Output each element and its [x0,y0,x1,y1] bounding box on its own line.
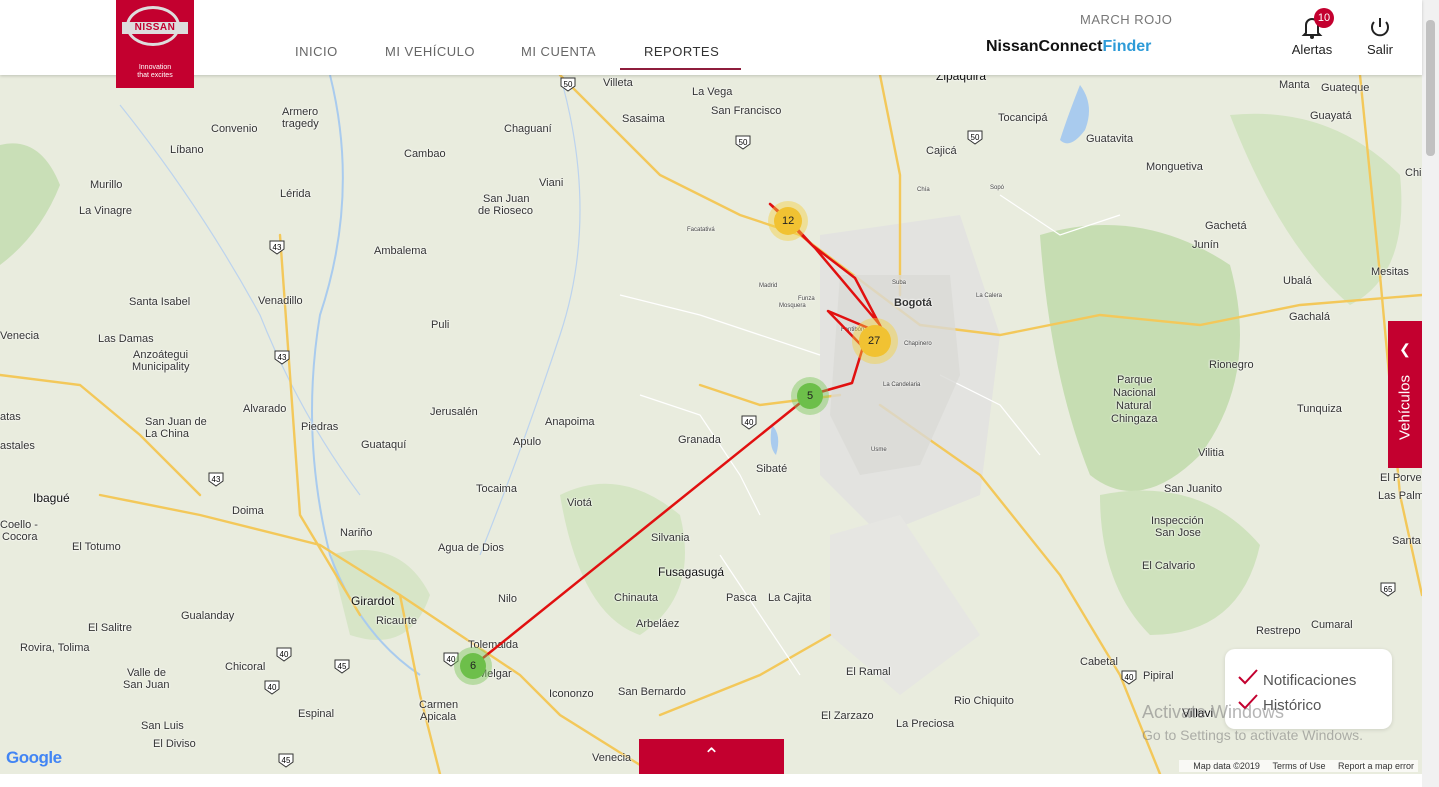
terms-of-use-link[interactable]: Terms of Use [1272,761,1325,771]
page-scrollbar[interactable] [1422,0,1439,787]
alerts-count-badge: 10 [1314,8,1334,28]
report-map-error-link[interactable]: Report a map error [1338,761,1414,771]
nissan-logo-text: NISSAN [122,22,188,34]
user-name: MARCH ROJO [1080,12,1173,27]
brand-prefix: NissanConnect [986,38,1103,55]
map-attribution: Map data ©2019 Terms of Use Report a map… [1179,760,1418,772]
chevron-up-icon: ⌃ [703,745,720,767]
nav-inicio[interactable]: INICIO [295,44,338,59]
page-bottom-strip [0,774,1422,787]
windows-activation-watermark: Activate Windows Go to Settings to activ… [1142,702,1363,743]
cluster-label-6: 6 [470,660,477,672]
nav-mi-cuenta[interactable]: MI CUENTA [521,44,596,59]
nissan-logo[interactable]: NISSAN Innovation that excites [116,0,194,88]
chevron-left-icon: ❮ [1399,341,1411,357]
cluster-label-12: 12 [782,215,795,227]
power-icon [1371,18,1389,37]
nissanconnect-finder-logo: NissanConnectFinder [986,38,1151,56]
map-canvas[interactable]: Zipaquirá Villeta La Vega San Francisco … [0,75,1422,774]
active-nav-indicator [620,68,741,70]
brand-suffix: Finder [1102,38,1152,55]
nav-mi-vehiculo[interactable]: MI VEHÍCULO [385,44,475,59]
nav-reportes[interactable]: REPORTES [644,44,719,59]
alerts-button[interactable]: 10 Alertas [1286,8,1338,60]
cluster-label-27: 27 [868,335,881,347]
scrollbar-thumb[interactable] [1426,20,1435,156]
google-logo: Google [6,748,62,767]
route-overlay [454,201,898,685]
cluster-label-5: 5 [807,390,814,402]
logout-button[interactable]: Salir [1360,12,1400,60]
vehicles-panel-toggle[interactable]: ❮ Vehículos [1388,321,1422,468]
alerts-label: Alertas [1291,42,1333,57]
watermark-line-2: Go to Settings to activate Windows. [1142,727,1363,743]
vehicles-tab-label: Vehículos [1396,374,1414,441]
legend-notificaciones[interactable]: Notificaciones [1237,669,1356,689]
top-header: INICIO MI VEHÍCULO MI CUENTA REPORTES MA… [0,0,1422,75]
check-icon [1237,669,1263,689]
watermark-line-1: Activate Windows [1142,702,1285,722]
route-line [472,202,887,667]
logo-tagline-2: that excites [137,72,173,79]
logo-tagline-1: Innovation [138,64,172,71]
map-data-credit: Map data ©2019 [1193,761,1260,771]
bottom-panel-toggle[interactable]: ⌃ [639,739,784,774]
logout-label: Salir [1366,42,1393,57]
legend-label-notificaciones: Notificaciones [1263,672,1357,689]
